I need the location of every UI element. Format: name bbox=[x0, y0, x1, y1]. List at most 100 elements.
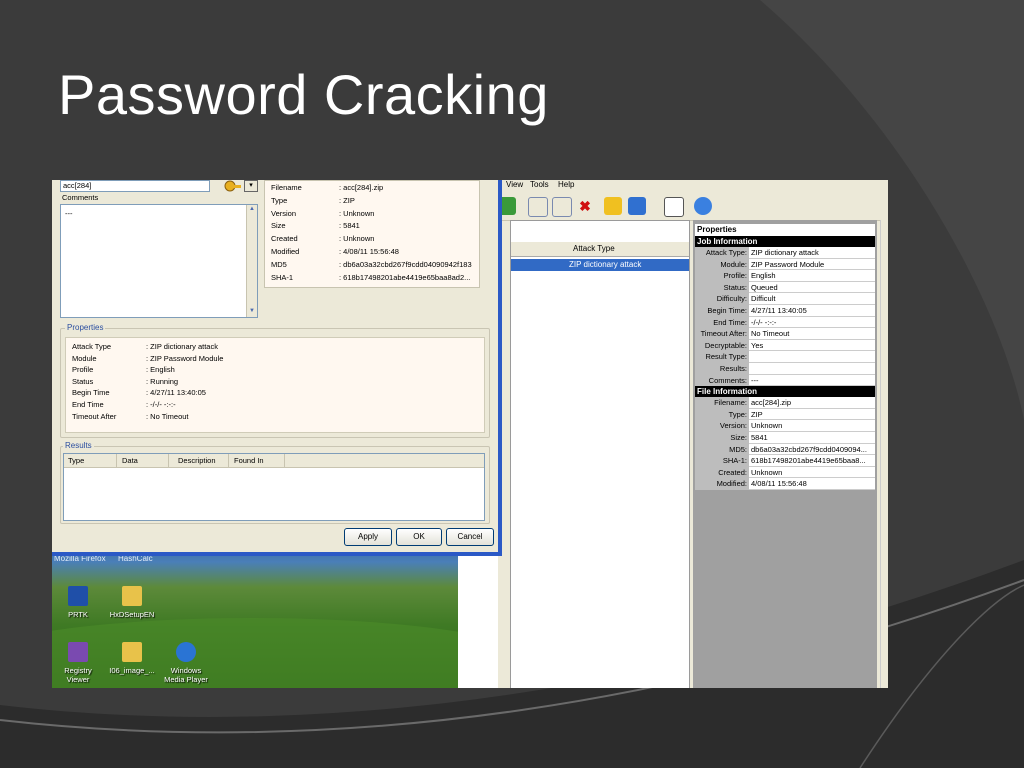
desktop-icon-prtk[interactable]: PRTK bbox=[52, 586, 104, 619]
results-table: Type Data Description Found In bbox=[63, 453, 485, 521]
tools-icon[interactable] bbox=[628, 197, 646, 215]
property-key: Timeout After bbox=[72, 411, 117, 421]
file-info-key: Type bbox=[271, 195, 288, 205]
file-info-value: Unknown bbox=[749, 420, 875, 432]
results-table-header: Type Data Description Found In bbox=[64, 454, 484, 468]
desktop-icon-label: I06_image_... bbox=[109, 666, 155, 675]
key-icon[interactable] bbox=[220, 180, 242, 194]
filename-input[interactable]: acc[284] bbox=[60, 180, 210, 192]
job-info-row: Comments: --- bbox=[695, 374, 875, 387]
menu-bar: View Tools Help bbox=[498, 180, 888, 192]
menu-tools[interactable]: Tools bbox=[530, 180, 549, 189]
comments-textarea[interactable]: --- ▲ ▼ bbox=[60, 204, 258, 318]
play-icon[interactable] bbox=[552, 197, 572, 217]
media-player-icon bbox=[176, 642, 196, 662]
desktop-icon-media-player[interactable]: Windows Media Player bbox=[160, 642, 212, 684]
properties-title: Properties bbox=[695, 224, 875, 236]
help-icon[interactable] bbox=[694, 197, 712, 215]
job-info-value bbox=[749, 362, 875, 375]
job-info-key: Comments: bbox=[695, 374, 749, 387]
file-info-key: Modified: bbox=[695, 478, 749, 490]
job-list: Attack Type ZIP dictionary attack bbox=[510, 220, 690, 688]
scroll-up-icon[interactable]: ▲ bbox=[248, 206, 256, 214]
property-value: : ZIP dictionary attack bbox=[146, 342, 218, 351]
desktop-icon-image[interactable]: I06_image_... bbox=[106, 642, 158, 675]
file-info-value: : acc[284].zip bbox=[339, 183, 384, 192]
screenshot: Mozilla Firefox HashCalc PRTK HxDSetupEN… bbox=[52, 180, 888, 688]
file-info-row: MD5: db6a03a32cbd267f9cdd0409094... bbox=[695, 443, 875, 456]
property-value: : 4/27/11 13:40:05 bbox=[146, 388, 206, 398]
job-info-key: Results: bbox=[695, 362, 749, 375]
pause-icon[interactable] bbox=[528, 197, 548, 217]
file-info-value: Unknown bbox=[749, 466, 875, 479]
stop-icon[interactable]: ✖ bbox=[576, 197, 594, 215]
job-info-row: Profile: English bbox=[695, 270, 875, 282]
properties-group-label: Properties bbox=[65, 323, 106, 332]
desktop: Mozilla Firefox HashCalc PRTK HxDSetupEN… bbox=[52, 548, 458, 688]
file-info-row: SHA-1: 618b17498201abe4419e65baa8... bbox=[695, 455, 875, 467]
file-info-value: 5841 bbox=[749, 431, 875, 444]
file-info-value: acc[284].zip bbox=[749, 397, 875, 409]
job-info-row: Results: bbox=[695, 362, 875, 375]
menu-view[interactable]: View bbox=[506, 180, 523, 189]
property-value: : No Timeout bbox=[146, 411, 189, 421]
desktop-icon-label: PRTK bbox=[68, 610, 88, 619]
job-info-row: Difficulty: Difficult bbox=[695, 293, 875, 305]
file-info-value: : 618b17498201abe4419e65baa8ad2... bbox=[339, 272, 471, 282]
desktop-icon-label: HxDSetupEN bbox=[109, 610, 155, 619]
column-description[interactable]: Description bbox=[174, 454, 229, 467]
file-information-header: File Information bbox=[695, 386, 875, 398]
job-info-value bbox=[749, 351, 875, 363]
registry-viewer-icon bbox=[68, 642, 88, 662]
job-row[interactable]: ZIP dictionary attack bbox=[511, 259, 689, 271]
file-info-key: Modified bbox=[271, 247, 300, 256]
file-info-key: MD5: bbox=[695, 443, 749, 456]
file-info-key: Size bbox=[271, 221, 286, 231]
key-icon[interactable] bbox=[604, 197, 622, 215]
prtk-app-window: View Tools Help ✖ Attack Type ZIP dictio… bbox=[498, 180, 888, 688]
file-info-row: Version: Unknown bbox=[695, 420, 875, 432]
file-info-key: Size: bbox=[695, 431, 749, 444]
cancel-button[interactable]: Cancel bbox=[446, 528, 494, 546]
job-info-row: Begin Time: 4/27/11 13:40:05 bbox=[695, 304, 875, 317]
property-value: : ZIP Password Module bbox=[146, 353, 224, 363]
job-info-key: Module: bbox=[695, 258, 749, 271]
column-attack-type[interactable]: Attack Type bbox=[573, 244, 615, 253]
file-info-value: : Unknown bbox=[339, 234, 375, 244]
column-type[interactable]: Type bbox=[64, 454, 117, 467]
job-properties-dialog: acc[284] ▾ Comments --- ▲ ▼ Filename: ac… bbox=[52, 180, 502, 556]
desktop-icon-hxdsetup[interactable]: HxDSetupEN bbox=[106, 586, 158, 619]
property-value: : English bbox=[146, 365, 175, 375]
list-icon[interactable] bbox=[664, 197, 684, 217]
file-info-value: 618b17498201abe4419e65baa8... bbox=[749, 455, 875, 467]
job-info-key: Result Type: bbox=[695, 351, 749, 363]
column-data[interactable]: Data bbox=[118, 454, 169, 467]
file-info-key: MD5 bbox=[271, 259, 287, 269]
desktop-icon-registry-viewer[interactable]: Registry Viewer bbox=[52, 642, 104, 684]
column-found-in[interactable]: Found In bbox=[230, 454, 285, 467]
file-info-value: : db6a03a32cbd267f9cdd04090942f183 bbox=[339, 259, 472, 269]
job-information-rows: Attack Type: ZIP dictionary attack Module:… bbox=[695, 247, 875, 387]
scroll-down-icon[interactable]: ▼ bbox=[248, 308, 256, 316]
ok-button[interactable]: OK bbox=[396, 528, 442, 546]
property-key: Profile bbox=[72, 365, 94, 375]
menu-help[interactable]: Help bbox=[558, 180, 574, 189]
job-info-row: Decryptable: Yes bbox=[695, 339, 875, 352]
slide-title: Password Cracking bbox=[58, 63, 549, 126]
apply-button[interactable]: Apply bbox=[344, 528, 392, 546]
job-info-key: Difficulty: bbox=[695, 293, 749, 305]
job-info-key: Attack Type: bbox=[695, 247, 749, 259]
file-info-key: Version bbox=[271, 208, 297, 218]
file-info-value: : ZIP bbox=[339, 195, 355, 205]
job-info-value: -/-/- -:-:- bbox=[749, 316, 875, 329]
property-key: Status bbox=[72, 376, 94, 386]
prtk-icon bbox=[68, 586, 88, 606]
job-info-value: Yes bbox=[749, 339, 875, 352]
file-info-key: SHA-1: bbox=[695, 455, 749, 467]
comments-scrollbar[interactable]: ▲ ▼ bbox=[246, 205, 257, 317]
job-info-key: Decryptable: bbox=[695, 339, 749, 352]
dropdown-icon[interactable]: ▾ bbox=[244, 180, 258, 192]
file-info-value: : 5841 bbox=[339, 221, 360, 231]
panel-scrollbar[interactable] bbox=[880, 220, 888, 688]
file-info-key: Type: bbox=[695, 408, 749, 421]
